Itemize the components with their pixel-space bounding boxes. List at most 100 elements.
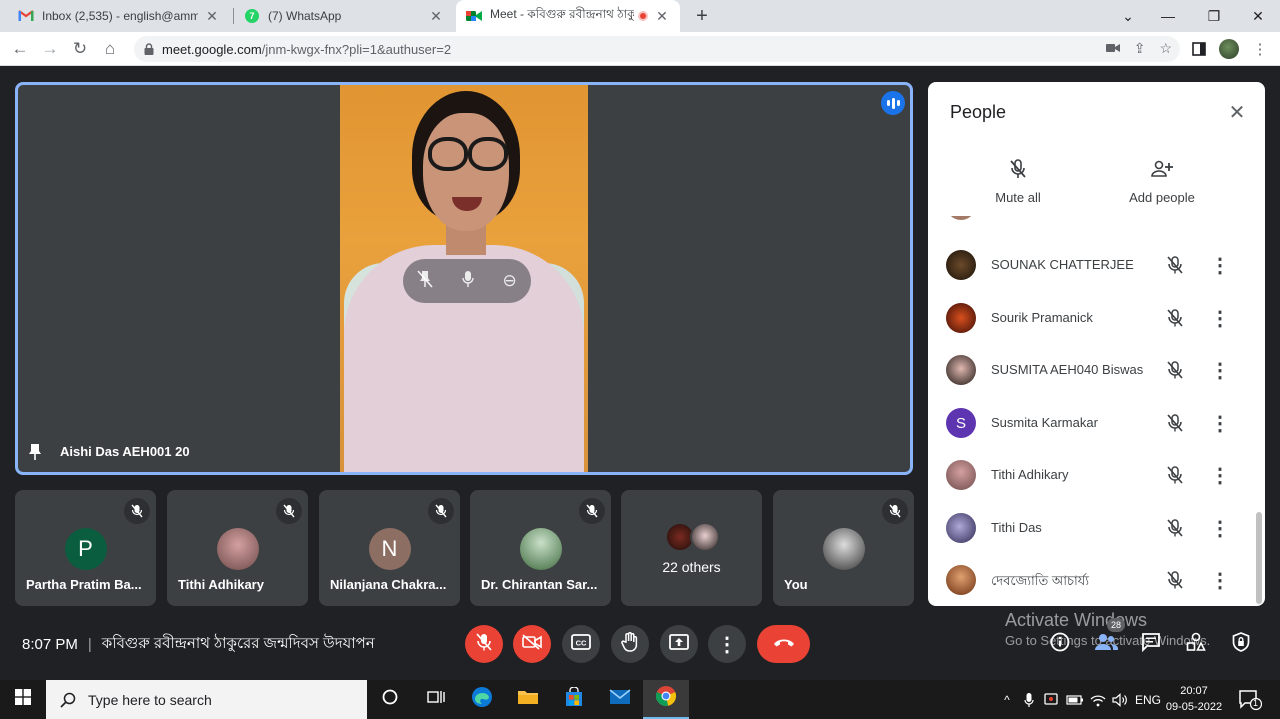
captions-button[interactable]: CC	[562, 625, 600, 663]
bookmark-star-icon[interactable]: ☆	[1159, 40, 1172, 57]
list-item[interactable]: Tithi Das ⋮	[928, 502, 1258, 554]
leave-call-button[interactable]	[757, 625, 810, 663]
more-options-icon[interactable]: ⋮	[1210, 464, 1230, 487]
folder-icon	[517, 688, 539, 711]
windows-logo-icon	[15, 689, 31, 710]
edge-button[interactable]	[459, 680, 505, 719]
wifi-icon[interactable]	[1087, 680, 1109, 719]
language-indicator[interactable]: ENG	[1133, 680, 1163, 719]
profile-avatar[interactable]	[1219, 39, 1239, 59]
edge-icon	[471, 686, 493, 713]
battery-icon[interactable]	[1064, 680, 1086, 719]
mail-button[interactable]	[597, 680, 643, 719]
browser-menu-icon[interactable]: ⋮	[1248, 37, 1272, 61]
add-people-button[interactable]: Add people	[1107, 158, 1217, 205]
new-tab-button[interactable]: +	[690, 4, 714, 28]
minimize-icon[interactable]: —	[1148, 0, 1188, 32]
mic-off-icon	[476, 632, 492, 656]
notification-center-button[interactable]: 1	[1238, 689, 1263, 711]
mic-off-icon	[579, 498, 605, 524]
list-item[interactable]: S Susmita Karmakar ⋮	[928, 397, 1258, 449]
participant-name: Tithi Das	[991, 520, 1042, 535]
participant-tile[interactable]: Tithi Adhikary	[167, 490, 308, 606]
task-view-button[interactable]	[413, 680, 459, 719]
close-icon[interactable]: ✕	[204, 8, 220, 24]
back-icon[interactable]: ←	[8, 37, 32, 61]
volume-icon[interactable]	[1109, 680, 1131, 719]
restore-icon[interactable]: ❐	[1194, 0, 1234, 32]
participant-name: SOUNAK CHATTERJEE	[991, 257, 1134, 272]
forward-icon[interactable]: →	[38, 37, 62, 61]
raise-hand-button[interactable]	[611, 625, 649, 663]
participant-name: Tithi Adhikary	[991, 467, 1069, 482]
participant-list[interactable]: SOUNAK CHATTERJEE ⋮ Sourik Pramanick ⋮ S…	[928, 216, 1265, 606]
list-item[interactable]: Sourik Pramanick ⋮	[928, 292, 1258, 344]
participant-tile[interactable]: P Partha Pratim Ba...	[15, 490, 156, 606]
tab-whatsapp[interactable]: 7 (7) WhatsApp ✕	[234, 0, 454, 32]
home-icon[interactable]: ⌂	[98, 37, 122, 61]
participant-tile[interactable]: Dr. Chirantan Sar...	[470, 490, 611, 606]
reload-icon[interactable]: ↻	[68, 37, 92, 61]
meeting-details-button[interactable]	[1047, 631, 1073, 657]
tab-title: Inbox (2,535) - english@ammtcol	[42, 9, 198, 23]
mute-all-button[interactable]: Mute all	[963, 158, 1073, 205]
mute-participant-icon[interactable]	[462, 270, 474, 293]
list-item[interactable]: দেবজ্যোতি আচার্য্য ⋮	[928, 554, 1258, 606]
url-field[interactable]: meet.google.com/jnm-kwgx-fnx?pli=1&authu…	[134, 36, 1180, 62]
taskbar-search-input[interactable]: Type here to search	[46, 680, 367, 719]
camera-toggle-button[interactable]	[513, 625, 551, 663]
mic-off-icon	[1164, 359, 1186, 381]
window-close-icon[interactable]: ✕	[1238, 0, 1278, 32]
main-speaker-tile[interactable]: ⊖ Aishi Das AEH001 20	[15, 82, 913, 475]
self-tile[interactable]: You	[773, 490, 914, 606]
more-options-button[interactable]: ⋮	[708, 625, 746, 663]
microphone-tray-icon[interactable]	[1019, 680, 1039, 719]
participant-name: Partha Pratim Ba...	[26, 577, 142, 592]
mic-off-icon	[276, 498, 302, 524]
more-options-icon[interactable]: ⋮	[1210, 359, 1230, 382]
more-vertical-icon: ⋮	[717, 633, 737, 656]
participant-count-badge: 28	[1107, 618, 1125, 632]
cortana-button[interactable]	[367, 680, 413, 719]
more-options-icon[interactable]: ⋮	[1210, 517, 1230, 540]
participant-tile[interactable]: N Nilanjana Chakra...	[319, 490, 460, 606]
start-button[interactable]	[0, 680, 46, 719]
show-hidden-icons[interactable]: ^	[996, 680, 1018, 719]
side-panel-icon[interactable]	[1187, 37, 1211, 61]
share-icon[interactable]: ⇪	[1134, 40, 1146, 57]
avatar	[946, 216, 976, 220]
meet-tray-icon[interactable]	[1041, 680, 1063, 719]
more-options-icon[interactable]: ⋮	[1210, 412, 1230, 435]
others-tile[interactable]: 22 others	[621, 490, 762, 606]
chat-button[interactable]	[1138, 631, 1164, 657]
system-clock[interactable]: 20:07 09-05-2022	[1164, 683, 1224, 715]
host-controls-button[interactable]	[1228, 631, 1254, 657]
activities-button[interactable]	[1183, 631, 1209, 657]
list-item[interactable]: SUSMITA AEH040 Biswas ⋮	[928, 344, 1258, 396]
list-item[interactable]: SOUNAK CHATTERJEE ⋮	[928, 239, 1258, 291]
more-options-icon[interactable]: ⋮	[1210, 569, 1230, 592]
add-person-icon	[1150, 158, 1174, 180]
avatar	[946, 303, 976, 333]
close-icon[interactable]: ✕	[428, 8, 444, 24]
scrollbar[interactable]	[1256, 512, 1262, 604]
file-explorer-button[interactable]	[505, 680, 551, 719]
chrome-icon	[655, 685, 677, 712]
tab-meet[interactable]: Meet - কবিগুরু রবীন্দ্রনাথ ঠাকু ✕	[456, 0, 680, 32]
mic-off-icon	[124, 498, 150, 524]
list-item[interactable]: Tithi Adhikary ⋮	[928, 449, 1258, 501]
microphone-toggle-button[interactable]	[465, 625, 503, 663]
close-panel-icon[interactable]: ✕	[1227, 102, 1247, 124]
people-button[interactable]	[1093, 631, 1119, 657]
more-options-icon[interactable]: ⋮	[1210, 307, 1230, 330]
more-options-icon[interactable]: ⋮	[1210, 254, 1230, 277]
microsoft-store-button[interactable]	[551, 680, 597, 719]
present-screen-button[interactable]	[660, 625, 698, 663]
camera-icon[interactable]	[1105, 40, 1120, 57]
tab-search-icon[interactable]: ⌄	[1108, 0, 1148, 32]
chrome-button[interactable]	[643, 680, 689, 719]
close-icon[interactable]: ✕	[654, 8, 670, 24]
remove-participant-icon[interactable]: ⊖	[502, 271, 516, 291]
unpin-icon[interactable]	[417, 269, 433, 293]
tab-gmail[interactable]: Inbox (2,535) - english@ammtcol ✕	[8, 0, 230, 32]
